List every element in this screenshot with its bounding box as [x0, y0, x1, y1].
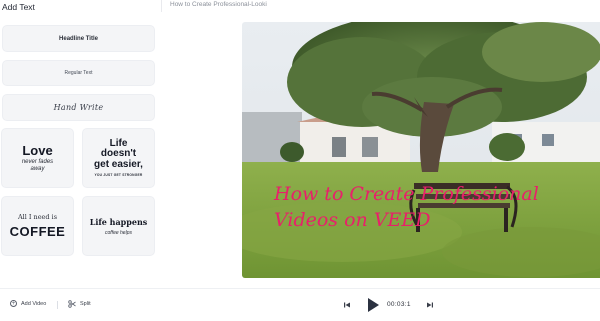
life2-subtitle: coffee helps — [105, 229, 132, 236]
scissors-icon — [68, 300, 76, 308]
panel-title: Add Text — [2, 2, 35, 12]
text-preset-love[interactable]: Love never fades away — [1, 128, 74, 188]
text-preset-life-happens[interactable]: Life happens coffee helps — [82, 196, 155, 256]
toolbar-divider — [57, 301, 58, 309]
split-label: Split — [80, 301, 91, 307]
headline-label: Headline Title — [59, 35, 98, 42]
text-preset-regular[interactable]: Regular Text — [2, 60, 155, 86]
life1-subtitle: YOU JUST GET STRONGER — [94, 173, 143, 178]
text-preset-headline[interactable]: Headline Title — [2, 25, 155, 52]
life2-title: Life happens — [89, 216, 148, 227]
life1-line3: get easier, — [94, 158, 143, 170]
plus-circle-icon: + — [10, 300, 17, 307]
text-preset-life-easier[interactable]: Life doesn't get easier, YOU JUST GET ST… — [82, 128, 155, 188]
text-preset-handwrite[interactable]: Hand Write — [2, 94, 155, 121]
playback-toolbar: + Add Video Split 00:03:1 — [0, 288, 600, 321]
skip-back-icon[interactable] — [342, 300, 352, 310]
timecode: 00:03:1 — [387, 301, 411, 308]
video-scene-image — [242, 22, 600, 278]
handwrite-label: Hand Write — [53, 103, 104, 112]
video-text-overlay[interactable]: How to Create Professional Videos on VEE… — [274, 181, 539, 233]
add-text-panel: Add Text Headline Title Regular Text Han… — [0, 0, 162, 288]
love-subtitle-2: away — [30, 165, 45, 172]
split-button[interactable]: Split — [68, 300, 91, 308]
love-subtitle-1: never fades — [21, 158, 54, 165]
add-video-button[interactable]: + Add Video — [10, 300, 46, 307]
overlay-line-2: Videos on VEED — [274, 209, 431, 231]
text-preset-coffee[interactable]: All I need is COFFEE — [1, 196, 74, 256]
project-title[interactable]: How to Create Professional-Looki — [170, 1, 267, 8]
skip-forward-icon[interactable] — [425, 300, 435, 310]
regular-label: Regular Text — [64, 70, 93, 76]
love-title: Love — [22, 142, 53, 158]
coffee-main-line: COFFEE — [9, 224, 66, 239]
video-preview[interactable] — [242, 22, 600, 278]
play-icon[interactable] — [366, 297, 380, 313]
overlay-line-1: How to Create Professional — [274, 183, 539, 205]
coffee-top-line: All I need is — [17, 213, 58, 221]
add-video-label: Add Video — [21, 300, 47, 307]
